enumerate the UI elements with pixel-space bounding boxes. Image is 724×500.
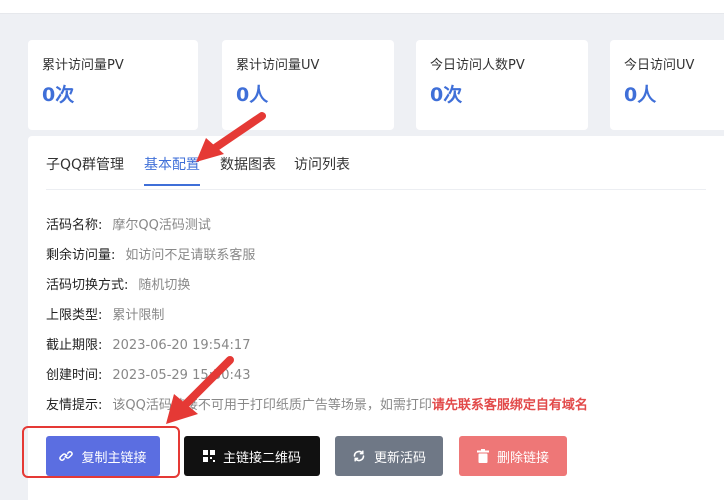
stat-card-total-pv: 累计访问量PV 0次 — [28, 40, 198, 130]
tip-value: 该QQ活码链接不可用于打印纸质广告等场景，如需打印请先联系客服绑定自有域名 — [112, 398, 587, 413]
tab-subgroup-management[interactable]: 子QQ群管理 — [46, 154, 124, 184]
tip-key: 友情提示: — [46, 398, 103, 413]
trash-icon — [476, 449, 489, 463]
stat-card-total-uv: 累计访问量UV 0人 — [222, 40, 394, 130]
detail-key: 活码名称: — [46, 218, 103, 233]
detail-key: 创建时间: — [46, 368, 103, 383]
qrcode-label: 主链接二维码 — [222, 450, 301, 466]
qrcode-button[interactable]: 主链接二维码 — [184, 436, 320, 476]
detail-value: 累计限制 — [112, 308, 165, 323]
detail-value: 2023-06-20 19:54:17 — [112, 338, 251, 353]
detail-value: 摩尔QQ活码测试 — [112, 218, 211, 233]
detail-value: 如访问不足请联系客服 — [125, 248, 256, 263]
qrcode-icon — [202, 450, 215, 462]
copy-main-link-label: 复制主链接 — [81, 450, 147, 466]
detail-key: 上限类型: — [46, 308, 103, 323]
tab-bar: 子QQ群管理 基本配置 数据图表 访问列表 — [46, 154, 706, 190]
detail-row: 截止期限: 2023-06-20 19:54:17 — [46, 334, 250, 353]
copy-main-link-button[interactable]: 复制主链接 — [46, 436, 160, 476]
stat-label: 累计访问量UV — [236, 58, 320, 73]
config-panel: 子QQ群管理 基本配置 数据图表 访问列表 活码名称: 摩尔QQ活码测试 剩余访问… — [28, 136, 724, 500]
tip-highlight: 请先联系客服绑定自有域名 — [431, 398, 588, 413]
stat-label: 累计访问量PV — [42, 58, 124, 73]
detail-row: 活码名称: 摩尔QQ活码测试 — [46, 214, 211, 233]
detail-value: 随机切换 — [138, 278, 191, 293]
top-bar — [0, 0, 724, 14]
stat-value: 0次 — [42, 84, 75, 106]
tip-text: 该QQ活码链接不可用于打印纸质广告等场景，如需打印 — [112, 398, 432, 413]
detail-row: 上限类型: 累计限制 — [46, 304, 164, 323]
tab-data-chart[interactable]: 数据图表 — [220, 154, 276, 184]
stat-card-today-pv: 今日访问人数PV 0次 — [416, 40, 588, 130]
stat-value: 0人 — [236, 84, 269, 106]
delete-link-button[interactable]: 删除链接 — [459, 436, 567, 476]
detail-key: 剩余访问量: — [46, 248, 116, 263]
stat-value: 0次 — [430, 84, 463, 106]
stats-row: 累计访问量PV 0次 累计访问量UV 0人 今日访问人数PV 0次 今日访问UV… — [28, 40, 724, 130]
refresh-icon — [352, 449, 366, 463]
detail-row: 创建时间: 2023-05-29 15:50:43 — [46, 364, 250, 383]
delete-link-label: 删除链接 — [496, 450, 549, 466]
detail-value: 2023-05-29 15:50:43 — [112, 368, 251, 383]
detail-key: 截止期限: — [46, 338, 103, 353]
detail-key: 活码切换方式: — [46, 278, 129, 293]
link-icon — [59, 449, 74, 463]
stat-label: 今日访问人数PV — [430, 58, 525, 73]
stat-value: 0人 — [624, 84, 657, 106]
detail-row: 剩余访问量: 如访问不足请联系客服 — [46, 244, 255, 263]
update-code-label: 更新活码 — [373, 450, 426, 466]
stat-label: 今日访问UV — [624, 58, 695, 73]
tab-visit-list[interactable]: 访问列表 — [294, 154, 350, 184]
detail-row: 活码切换方式: 随机切换 — [46, 274, 190, 293]
tab-basic-config[interactable]: 基本配置 — [144, 154, 200, 186]
stat-card-today-uv: 今日访问UV 0人 — [610, 40, 724, 130]
tip-row: 友情提示: 该QQ活码链接不可用于打印纸质广告等场景，如需打印请先联系客服绑定自有… — [46, 394, 588, 413]
update-code-button[interactable]: 更新活码 — [335, 436, 443, 476]
